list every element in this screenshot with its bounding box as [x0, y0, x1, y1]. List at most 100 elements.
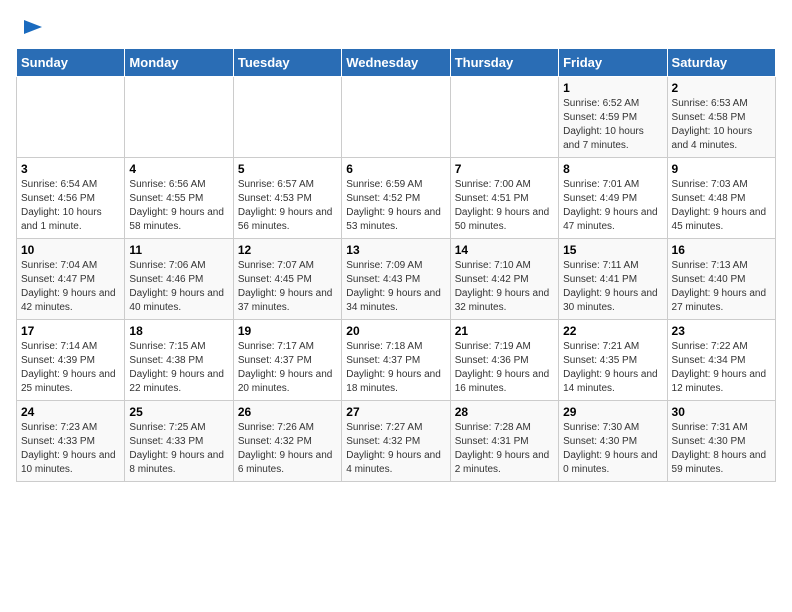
day-number: 30	[672, 405, 771, 419]
day-number: 19	[238, 324, 337, 338]
calendar-cell: 11 Sunrise: 7:06 AM Sunset: 4:46 PM Dayli…	[125, 239, 233, 320]
header-tuesday: Tuesday	[233, 49, 341, 77]
calendar-cell: 3 Sunrise: 6:54 AM Sunset: 4:56 PM Daylig…	[17, 158, 125, 239]
calendar-cell: 12Sunrise: 7:07 AM Sunset: 4:45 PM Dayli…	[233, 239, 341, 320]
calendar-cell: 4Sunrise: 6:56 AM Sunset: 4:55 PM Daylig…	[125, 158, 233, 239]
day-info: Sunrise: 7:13 AM Sunset: 4:40 PM Dayligh…	[672, 259, 771, 315]
calendar-week-2: 3 Sunrise: 6:54 AM Sunset: 4:56 PM Daylig…	[17, 158, 776, 239]
calendar-cell: 25 Sunrise: 7:25 AM Sunset: 4:33 PM Dayli…	[125, 401, 233, 482]
day-info: Sunrise: 7:01 AM Sunset: 4:49 PM Dayligh…	[563, 178, 662, 234]
day-number: 6	[346, 162, 445, 176]
header-wednesday: Wednesday	[342, 49, 450, 77]
day-number: 26	[238, 405, 337, 419]
day-info: Sunrise: 7:04 AM Sunset: 4:47 PM Dayligh…	[21, 259, 120, 315]
day-number: 27	[346, 405, 445, 419]
day-number: 5	[238, 162, 337, 176]
calendar-cell	[125, 77, 233, 158]
day-number: 20	[346, 324, 445, 338]
day-info: Sunrise: 6:52 AM Sunset: 4:59 PM Dayligh…	[563, 97, 662, 153]
calendar-week-5: 24 Sunrise: 7:23 AM Sunset: 4:33 PM Dayli…	[17, 401, 776, 482]
calendar-cell: 21 Sunrise: 7:19 AM Sunset: 4:36 PM Dayli…	[450, 320, 558, 401]
day-info: Sunrise: 7:27 AM Sunset: 4:32 PM Dayligh…	[346, 421, 445, 477]
calendar-cell: 23 Sunrise: 7:22 AM Sunset: 4:34 PM Dayli…	[667, 320, 775, 401]
day-number: 21	[455, 324, 554, 338]
calendar-cell: 24 Sunrise: 7:23 AM Sunset: 4:33 PM Dayli…	[17, 401, 125, 482]
day-number: 16	[672, 243, 771, 257]
day-info: Sunrise: 6:59 AM Sunset: 4:52 PM Dayligh…	[346, 178, 445, 234]
calendar-cell: 6 Sunrise: 6:59 AM Sunset: 4:52 PM Daylig…	[342, 158, 450, 239]
calendar-cell: 7 Sunrise: 7:00 AM Sunset: 4:51 PM Daylig…	[450, 158, 558, 239]
day-number: 8	[563, 162, 662, 176]
day-number: 2	[672, 81, 771, 95]
calendar-cell: 10 Sunrise: 7:04 AM Sunset: 4:47 PM Dayli…	[17, 239, 125, 320]
calendar-cell: 14 Sunrise: 7:10 AM Sunset: 4:42 PM Dayli…	[450, 239, 558, 320]
day-number: 15	[563, 243, 662, 257]
calendar-cell: 2Sunrise: 6:53 AM Sunset: 4:58 PM Daylig…	[667, 77, 775, 158]
day-info: Sunrise: 7:31 AM Sunset: 4:30 PM Dayligh…	[672, 421, 771, 477]
day-info: Sunrise: 7:28 AM Sunset: 4:31 PM Dayligh…	[455, 421, 554, 477]
day-info: Sunrise: 7:00 AM Sunset: 4:51 PM Dayligh…	[455, 178, 554, 234]
calendar-header-row: SundayMondayTuesdayWednesdayThursdayFrid…	[17, 49, 776, 77]
calendar-cell: 8 Sunrise: 7:01 AM Sunset: 4:49 PM Daylig…	[559, 158, 667, 239]
day-number: 9	[672, 162, 771, 176]
calendar-cell: 1 Sunrise: 6:52 AM Sunset: 4:59 PM Daylig…	[559, 77, 667, 158]
day-number: 23	[672, 324, 771, 338]
calendar-cell	[17, 77, 125, 158]
day-info: Sunrise: 7:11 AM Sunset: 4:41 PM Dayligh…	[563, 259, 662, 315]
day-info: Sunrise: 7:14 AM Sunset: 4:39 PM Dayligh…	[21, 340, 120, 396]
calendar-week-4: 17 Sunrise: 7:14 AM Sunset: 4:39 PM Dayli…	[17, 320, 776, 401]
calendar-cell: 17 Sunrise: 7:14 AM Sunset: 4:39 PM Dayli…	[17, 320, 125, 401]
day-info: Sunrise: 7:06 AM Sunset: 4:46 PM Dayligh…	[129, 259, 228, 315]
logo-icon	[22, 16, 44, 38]
day-number: 10	[21, 243, 120, 257]
day-info: Sunrise: 7:15 AM Sunset: 4:38 PM Dayligh…	[129, 340, 228, 396]
header-thursday: Thursday	[450, 49, 558, 77]
day-info: Sunrise: 7:19 AM Sunset: 4:36 PM Dayligh…	[455, 340, 554, 396]
calendar-cell: 5Sunrise: 6:57 AM Sunset: 4:53 PM Daylig…	[233, 158, 341, 239]
calendar-cell: 28 Sunrise: 7:28 AM Sunset: 4:31 PM Dayli…	[450, 401, 558, 482]
day-info: Sunrise: 7:09 AM Sunset: 4:43 PM Dayligh…	[346, 259, 445, 315]
day-number: 1	[563, 81, 662, 95]
header-monday: Monday	[125, 49, 233, 77]
day-info: Sunrise: 7:30 AM Sunset: 4:30 PM Dayligh…	[563, 421, 662, 477]
calendar-cell: 16 Sunrise: 7:13 AM Sunset: 4:40 PM Dayli…	[667, 239, 775, 320]
day-number: 25	[129, 405, 228, 419]
day-number: 24	[21, 405, 120, 419]
logo	[16, 16, 44, 38]
day-info: Sunrise: 7:25 AM Sunset: 4:33 PM Dayligh…	[129, 421, 228, 477]
day-number: 7	[455, 162, 554, 176]
header-friday: Friday	[559, 49, 667, 77]
header-sunday: Sunday	[17, 49, 125, 77]
calendar-week-3: 10 Sunrise: 7:04 AM Sunset: 4:47 PM Dayli…	[17, 239, 776, 320]
calendar-cell: 29 Sunrise: 7:30 AM Sunset: 4:30 PM Dayli…	[559, 401, 667, 482]
day-info: Sunrise: 7:03 AM Sunset: 4:48 PM Dayligh…	[672, 178, 771, 234]
day-number: 12	[238, 243, 337, 257]
calendar-cell: 19Sunrise: 7:17 AM Sunset: 4:37 PM Dayli…	[233, 320, 341, 401]
calendar-cell: 30 Sunrise: 7:31 AM Sunset: 4:30 PM Dayli…	[667, 401, 775, 482]
day-info: Sunrise: 7:23 AM Sunset: 4:33 PM Dayligh…	[21, 421, 120, 477]
day-number: 14	[455, 243, 554, 257]
day-number: 13	[346, 243, 445, 257]
calendar-cell	[233, 77, 341, 158]
calendar-week-1: 1 Sunrise: 6:52 AM Sunset: 4:59 PM Daylig…	[17, 77, 776, 158]
day-info: Sunrise: 7:26 AM Sunset: 4:32 PM Dayligh…	[238, 421, 337, 477]
calendar-cell: 27 Sunrise: 7:27 AM Sunset: 4:32 PM Dayli…	[342, 401, 450, 482]
calendar-cell: 26 Sunrise: 7:26 AM Sunset: 4:32 PM Dayli…	[233, 401, 341, 482]
calendar-cell: 13 Sunrise: 7:09 AM Sunset: 4:43 PM Dayli…	[342, 239, 450, 320]
day-number: 29	[563, 405, 662, 419]
day-info: Sunrise: 7:22 AM Sunset: 4:34 PM Dayligh…	[672, 340, 771, 396]
day-number: 22	[563, 324, 662, 338]
day-info: Sunrise: 6:54 AM Sunset: 4:56 PM Dayligh…	[21, 178, 120, 234]
day-info: Sunrise: 7:21 AM Sunset: 4:35 PM Dayligh…	[563, 340, 662, 396]
day-number: 3	[21, 162, 120, 176]
day-info: Sunrise: 7:10 AM Sunset: 4:42 PM Dayligh…	[455, 259, 554, 315]
day-number: 17	[21, 324, 120, 338]
calendar-table: SundayMondayTuesdayWednesdayThursdayFrid…	[16, 48, 776, 482]
calendar-cell	[450, 77, 558, 158]
day-info: Sunrise: 6:56 AM Sunset: 4:55 PM Dayligh…	[129, 178, 228, 234]
page-header	[16, 16, 776, 38]
calendar-cell: 18Sunrise: 7:15 AM Sunset: 4:38 PM Dayli…	[125, 320, 233, 401]
day-number: 28	[455, 405, 554, 419]
day-number: 11	[129, 243, 228, 257]
calendar-cell: 9 Sunrise: 7:03 AM Sunset: 4:48 PM Daylig…	[667, 158, 775, 239]
